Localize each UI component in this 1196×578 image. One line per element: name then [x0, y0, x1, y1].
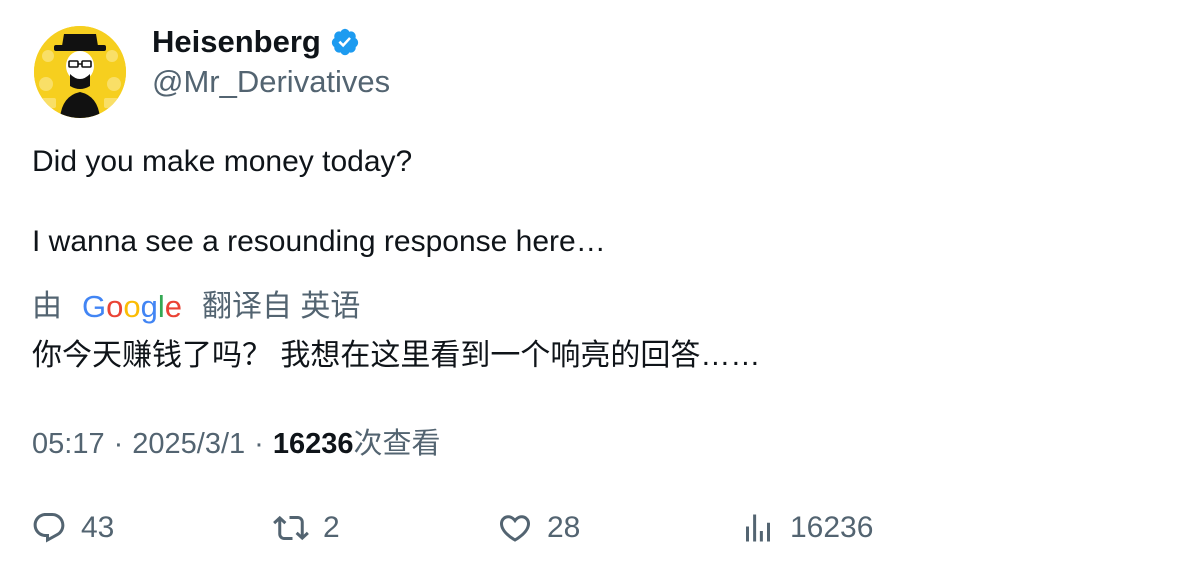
translation-prefix: 由 — [32, 290, 62, 323]
views-count: 16236 — [790, 511, 874, 544]
view-count: 16236 — [272, 428, 354, 460]
reply-icon — [33, 513, 65, 543]
action-bar: 43 2 28 16236 — [0, 510, 1196, 554]
translation-attribution: 由 Google 翻译自 英语 — [32, 287, 360, 327]
reply-button[interactable]: 43 — [31, 510, 114, 546]
heart-icon — [499, 515, 531, 542]
google-logo-icon: Google — [82, 289, 183, 324]
tweet-meta: 05:17 · 2025/3/1 · 16236 次查看 — [32, 424, 440, 464]
reply-count: 43 — [81, 511, 115, 544]
tweet-text-line: Did you make money today? — [32, 145, 413, 178]
author-name[interactable]: Heisenberg — [152, 22, 321, 62]
like-button[interactable]: 28 — [497, 510, 580, 546]
tweet-text-line: I wanna see a resounding response here… — [32, 225, 606, 258]
view-count-label: 次查看 — [353, 428, 441, 460]
retweet-icon — [273, 515, 309, 541]
translation-suffix: 翻译自 英语 — [202, 290, 361, 323]
views-button[interactable]: 16236 — [740, 510, 873, 546]
avatar[interactable] — [34, 26, 126, 118]
analytics-icon — [746, 514, 770, 542]
retweet-count: 2 — [323, 511, 340, 544]
verified-badge-icon — [330, 27, 360, 57]
heisenberg-avatar-icon — [34, 26, 126, 118]
tweet-time[interactable]: 05:17 — [32, 424, 105, 464]
author-handle[interactable]: @Mr_Derivatives — [152, 62, 390, 102]
meta-separator: · — [113, 428, 124, 460]
meta-separator: · — [254, 428, 264, 460]
like-count: 28 — [547, 511, 581, 544]
tweet-date[interactable]: 2025/3/1 — [132, 424, 245, 464]
author-name-row[interactable]: Heisenberg — [152, 22, 360, 62]
translated-text: 你今天赚钱了吗？ 我想在这里看到一个响亮的回答…… — [32, 339, 761, 372]
retweet-button[interactable]: 2 — [273, 510, 340, 546]
